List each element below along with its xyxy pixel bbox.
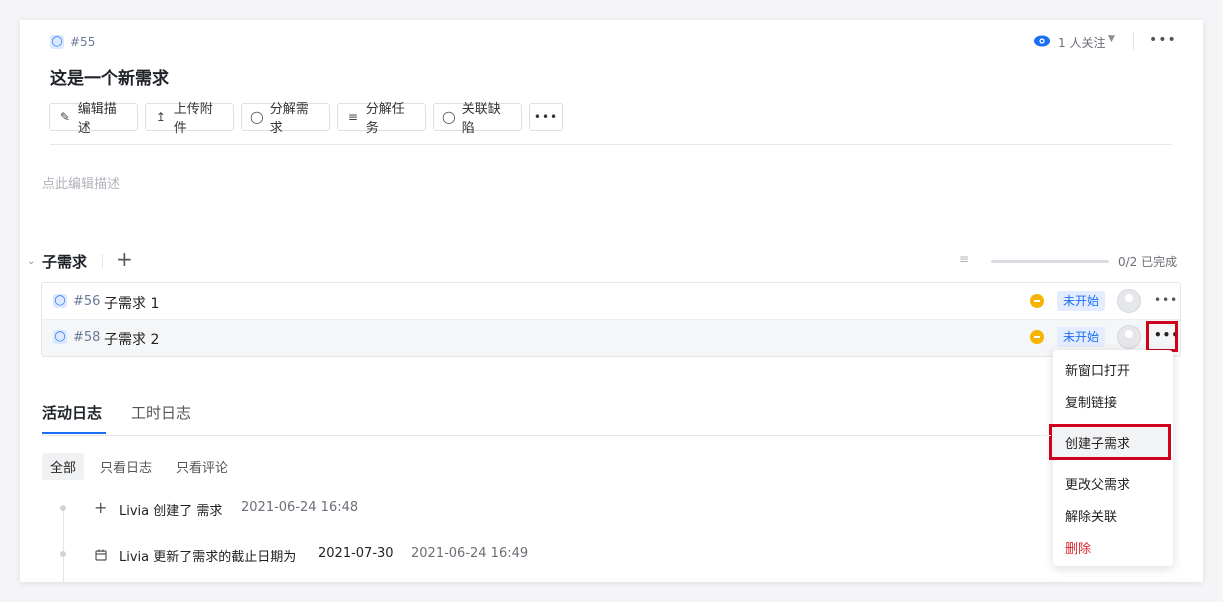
child-id: #58: [73, 330, 101, 345]
split-requirement-label: 分解需求: [269, 102, 309, 136]
upload-icon: ↥: [155, 110, 166, 124]
tab-activity-log[interactable]: 活动日志: [42, 402, 102, 423]
filter-logs-only[interactable]: 只看日志: [100, 457, 152, 476]
active-tab-indicator: [42, 432, 106, 434]
menu-item-unlink[interactable]: 解除关联: [1065, 506, 1117, 525]
tab-worktime-log[interactable]: 工时日志: [131, 402, 191, 423]
followers-label[interactable]: 1 人关注: [1058, 34, 1105, 51]
eye-icon[interactable]: [1033, 32, 1051, 50]
item-id: #55: [70, 35, 96, 49]
upload-attachment-label: 上传附件: [173, 102, 213, 136]
bulb-icon: ◯: [53, 330, 67, 344]
log-text: Livia 更新了需求的截止日期为: [119, 550, 297, 565]
split-task-label: 分解任务: [365, 102, 405, 136]
context-menu: 新窗口打开 复制链接 创建子需求 更改父需求 解除关联 删除: [1049, 350, 1173, 566]
more-button-highlight: [1146, 321, 1178, 352]
child-name[interactable]: 子需求 1: [104, 293, 159, 313]
split-requirement-button[interactable]: ◯ 分解需求: [241, 102, 330, 136]
bulb-icon: ◯: [50, 35, 64, 49]
page-title: 这是一个新需求: [50, 69, 169, 89]
description-placeholder[interactable]: 点此编辑描述: [42, 173, 120, 192]
link-bug-button[interactable]: ◯ 关联缺陷: [433, 102, 522, 136]
timeline-dot: [60, 551, 66, 557]
pencil-icon: ✎: [59, 110, 70, 124]
menu-item-delete[interactable]: 删除: [1065, 538, 1091, 557]
header-divider: [1133, 32, 1134, 50]
split-task-button[interactable]: ≡ 分解任务: [337, 102, 426, 136]
child-name[interactable]: 子需求 2: [104, 329, 159, 349]
log-text: Livia 创建了 需求: [119, 504, 223, 519]
list-item[interactable]: ◯ #58 子需求 2 未开始 •••: [42, 320, 1180, 356]
link-bug-label: 关联缺陷: [461, 102, 501, 136]
edit-description-label: 编辑描述: [77, 102, 117, 136]
children-progress-bar: [991, 260, 1109, 263]
add-child-icon[interactable]: +: [116, 247, 133, 271]
task-list-icon: ≡: [347, 110, 358, 124]
bug-icon: ◯: [442, 110, 456, 124]
filter-all[interactable]: 全部: [42, 453, 85, 480]
menu-item-copy-link[interactable]: 复制链接: [1065, 392, 1117, 411]
toolbar-more-button[interactable]: •••: [529, 103, 563, 131]
timeline-line: [63, 508, 64, 582]
filter-list-icon[interactable]: ≡: [959, 252, 969, 266]
calendar-icon: [95, 546, 107, 561]
log-time: 2021-06-24 16:48: [241, 500, 359, 515]
edit-description-button[interactable]: ✎ 编辑描述: [49, 102, 138, 136]
more-horizontal-icon: •••: [533, 110, 559, 124]
more-horizontal-icon[interactable]: •••: [1154, 293, 1178, 307]
list-item[interactable]: ◯ #56 子需求 1 未开始 •••: [42, 283, 1180, 320]
collapse-chevron-icon[interactable]: ⌄: [27, 256, 35, 267]
tabs-divider: [42, 435, 1051, 436]
more-horizontal-icon[interactable]: •••: [1149, 32, 1177, 48]
section-divider: [102, 254, 103, 268]
children-section-title: 子需求: [42, 253, 88, 271]
status-pending-icon: [1030, 330, 1044, 344]
menu-item-open-new-window[interactable]: 新窗口打开: [1065, 360, 1130, 379]
filter-comments-only[interactable]: 只看评论: [176, 457, 228, 476]
status-badge[interactable]: 未开始: [1057, 291, 1106, 311]
bulb-icon: ◯: [53, 294, 67, 308]
plus-icon: +: [94, 498, 108, 517]
status-pending-icon: [1030, 294, 1044, 308]
requirement-detail-card: ◯ #55 1 人关注 ▼ ••• 这是一个新需求 ✎ 编辑描述 ↥ 上传附件 …: [20, 20, 1203, 582]
toolbar-divider: [50, 144, 1172, 145]
children-progress-label: 0/2 已完成: [1118, 255, 1178, 269]
log-value: 2021-07-30: [318, 546, 394, 561]
bulb-icon: ◯: [250, 110, 264, 124]
avatar[interactable]: [1117, 289, 1141, 313]
menu-item-change-parent[interactable]: 更改父需求: [1065, 474, 1130, 493]
status-badge[interactable]: 未开始: [1057, 327, 1106, 347]
chevron-down-icon[interactable]: ▼: [1108, 34, 1115, 44]
upload-attachment-button[interactable]: ↥ 上传附件: [145, 102, 234, 136]
timeline-dot: [60, 505, 66, 511]
child-id: #56: [73, 294, 101, 309]
avatar[interactable]: [1117, 325, 1141, 349]
children-list: ◯ #56 子需求 1 未开始 ••• ◯ #58 子需求 2 未开始 •••: [41, 282, 1181, 357]
log-time: 2021-06-24 16:49: [411, 546, 529, 561]
menu-item-create-child[interactable]: 创建子需求: [1065, 433, 1130, 452]
